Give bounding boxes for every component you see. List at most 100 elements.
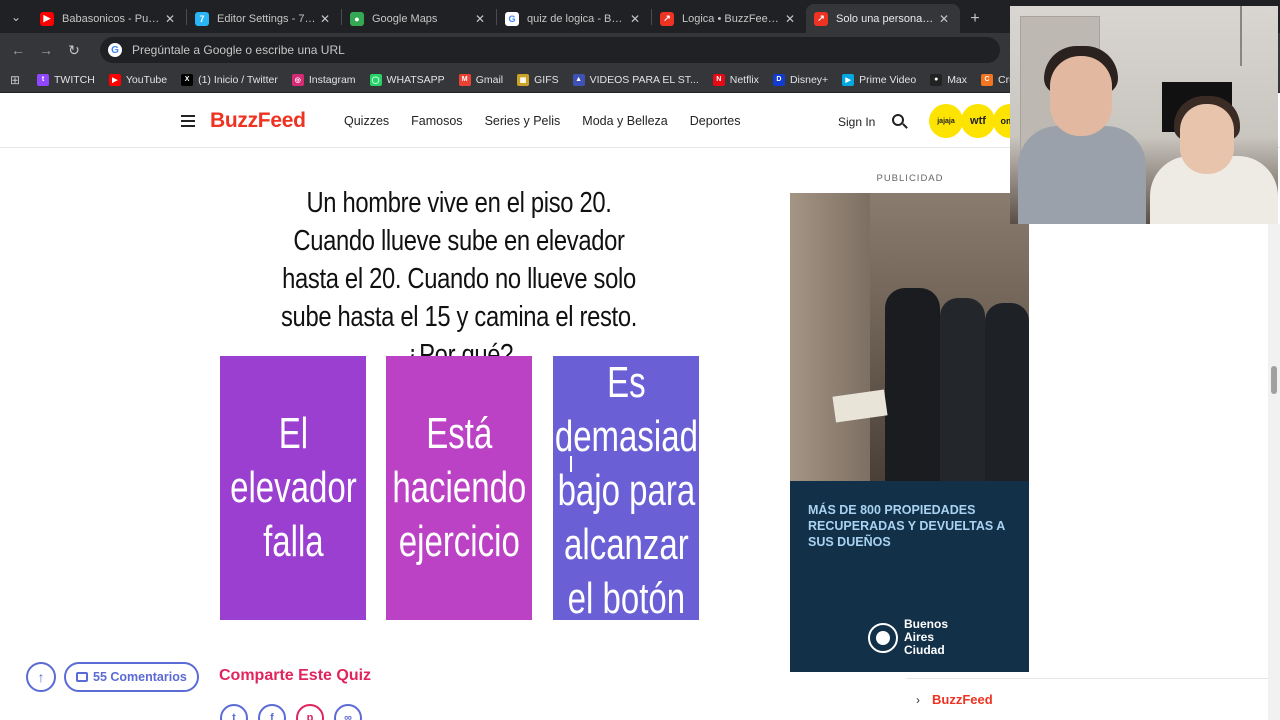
tab-0[interactable]: ▶ Babasonicos - Putita (✕ (32, 4, 186, 33)
buzzfeed-icon: ↗ (660, 11, 674, 26)
tab-title: Solo una persona con (836, 12, 936, 25)
close-tab-icon[interactable]: ✕ (317, 12, 333, 26)
tab-search-chevron-icon[interactable]: ⌄ (0, 0, 32, 33)
buzzfeed-icon: ↗ (814, 11, 828, 26)
pinterest-share-icon[interactable]: p (296, 704, 324, 720)
tab-5-active[interactable]: ↗ Solo una persona con ✕ (806, 4, 960, 33)
bookmark-videos[interactable]: ▲ VIDEOS PARA EL ST... (566, 73, 706, 86)
videos-icon: ▲ (572, 73, 585, 86)
answer-text: Está haciendo ejercicio (392, 409, 526, 566)
search-icon[interactable] (892, 114, 904, 126)
apps-grid-icon[interactable]: ⊞ (0, 73, 30, 87)
comments-button[interactable]: 55 Comentarios (64, 662, 199, 692)
answer-option-1[interactable]: El elevador falla (220, 356, 366, 620)
netflix-icon: N (712, 73, 725, 86)
bookmark-label: (1) Inicio / Twitter (198, 73, 278, 86)
max-icon: ● (930, 73, 943, 86)
bookmark-label: Gmail (475, 73, 504, 86)
sticky-bottom-bar[interactable]: › BuzzFeed (906, 678, 1268, 720)
nav-quizzes[interactable]: Quizzes (344, 114, 389, 128)
buzzfeed-logo[interactable]: BuzzFeed (210, 109, 306, 133)
bookmark-instagram[interactable]: ◎ Instagram (285, 73, 363, 86)
twitch-icon: t (37, 73, 49, 86)
badge-jajaja[interactable]: jajaja (929, 104, 963, 138)
bookmark-prime[interactable]: ▶ Prime Video (835, 73, 923, 86)
tab-2[interactable]: ● Google Maps ✕ (342, 4, 496, 33)
gmail-icon: M (458, 73, 471, 86)
sign-in-link[interactable]: Sign In (838, 115, 875, 129)
answer-text: El elevador falla (229, 409, 357, 566)
reload-icon[interactable]: ↻ (60, 42, 88, 59)
bookmark-gmail[interactable]: M Gmail (452, 73, 510, 86)
hamburger-menu-icon[interactable] (181, 115, 195, 127)
bookmark-netflix[interactable]: N Netflix (706, 73, 766, 86)
bookmark-twitch[interactable]: t TWITCH (30, 73, 102, 86)
ad-headline: MÁS DE 800 PROPIEDADES RECUPERADAS Y DEV… (808, 503, 1005, 549)
answer-option-2[interactable]: Está haciendo ejercicio (386, 356, 532, 620)
chevron-right-icon[interactable]: › (916, 693, 920, 707)
tab-title: Editor Settings - 7TV (217, 12, 317, 25)
answer-text: Es demasiad bajo para alcanzar el botón (554, 358, 698, 620)
nav-famosos[interactable]: Famosos (411, 114, 462, 128)
forward-arrow-icon[interactable]: → (32, 42, 60, 58)
bookmark-label: Instagram (308, 73, 356, 86)
bookmark-label: Prime Video (859, 73, 917, 86)
bookmark-disney[interactable]: D Disney+ (766, 73, 835, 86)
crunchyroll-icon: C (981, 73, 994, 86)
buzzfeed-bottom-logo: BuzzFeed (932, 692, 993, 707)
badge-wtf[interactable]: wtf (961, 104, 995, 138)
close-tab-icon[interactable]: ✕ (627, 12, 643, 26)
facebook-share-icon[interactable]: f (258, 704, 286, 720)
tab-1[interactable]: 7 Editor Settings - 7TV ✕ (187, 4, 341, 33)
share-icons-row: t f p ∞ (220, 704, 362, 720)
bookmark-whatsapp[interactable]: ◯ WHATSAPP (363, 73, 452, 86)
tab-4[interactable]: ↗ Logica • BuzzFeed Bus✕ (652, 4, 806, 33)
share-quiz-title: Comparte Este Quiz (219, 667, 372, 684)
tab-title: Babasonicos - Putita ( (62, 12, 162, 25)
youtube-icon: ▶ (108, 73, 121, 86)
page-scrollbar[interactable] (1268, 224, 1280, 720)
prime-icon: ▶ (842, 73, 855, 86)
nav-moda-y-belleza[interactable]: Moda y Belleza (582, 114, 667, 128)
answer-option-3[interactable]: Es demasiad bajo para alcanzar el botón (553, 356, 699, 620)
twitter-share-icon[interactable]: t (220, 704, 248, 720)
scrollbar-thumb[interactable] (1271, 366, 1277, 394)
text-cursor (570, 456, 576, 472)
bookmark-label: Netflix (729, 73, 759, 86)
instagram-icon: ◎ (291, 73, 304, 86)
ad-photo-police (790, 193, 1029, 481)
close-tab-icon[interactable]: ✕ (782, 12, 798, 26)
quiz-question: Un hombre vive en el piso 20. Cuando llu… (280, 187, 638, 371)
gifs-icon: ▦ (517, 73, 530, 86)
tab-title: quiz de logica - Buscar (527, 12, 627, 25)
bookmark-youtube[interactable]: ▶ YouTube (102, 73, 174, 86)
scroll-to-top-arrow-icon[interactable]: ↑ (26, 662, 56, 692)
whatsapp-icon: ◯ (369, 73, 382, 86)
nav-deportes[interactable]: Deportes (690, 114, 741, 128)
bookmark-label: TWITCH (54, 73, 95, 86)
bookmark-label: GIFS (534, 73, 559, 86)
new-tab-plus-icon[interactable]: + (960, 4, 990, 33)
google-icon: G (108, 43, 122, 57)
x-icon: X (181, 73, 194, 86)
comment-bubble-icon (76, 672, 88, 682)
city-seal-icon (868, 622, 898, 653)
ad-label: PUBLICIDAD (876, 173, 944, 184)
back-arrow-icon[interactable]: ← (4, 42, 32, 58)
advertisement[interactable]: MÁS DE 800 PROPIEDADES RECUPERADAS Y DEV… (790, 193, 1029, 672)
link-share-icon[interactable]: ∞ (334, 704, 362, 720)
close-tab-icon[interactable]: ✕ (936, 12, 952, 26)
bookmark-max[interactable]: ● Max (923, 73, 974, 86)
close-tab-icon[interactable]: ✕ (472, 12, 488, 26)
bookmark-label: Disney+ (789, 73, 829, 86)
close-tab-icon[interactable]: ✕ (162, 12, 178, 26)
bookmark-twitter[interactable]: X (1) Inicio / Twitter (174, 73, 285, 86)
tab-3[interactable]: Gquiz de logica - Buscar✕ (497, 4, 651, 33)
7tv-icon: 7 (195, 11, 209, 26)
bookmark-label: VIDEOS PARA EL ST... (589, 73, 699, 86)
nav-series-y-pelis[interactable]: Series y Pelis (485, 114, 561, 128)
bookmark-gifs[interactable]: ▦ GIFS (510, 73, 566, 86)
address-bar[interactable]: G Pregúntale a Google o escribe una URL (100, 37, 1000, 63)
maps-icon: ● (350, 11, 364, 26)
youtube-icon: ▶ (40, 11, 54, 26)
